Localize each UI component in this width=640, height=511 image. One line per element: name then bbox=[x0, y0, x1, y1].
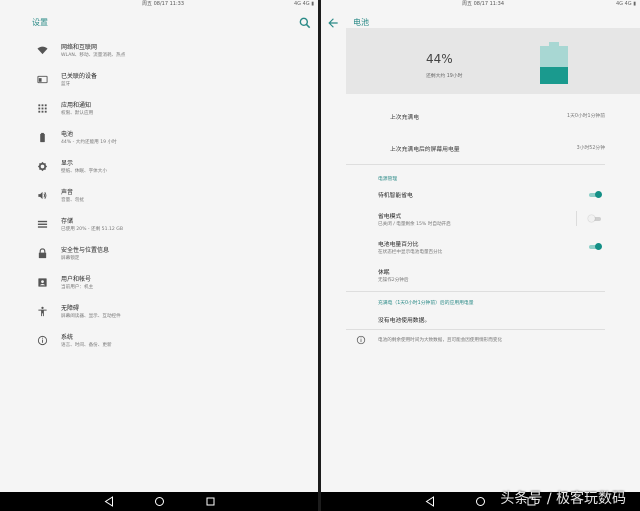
power-management-header: 电源管理 bbox=[378, 177, 398, 182]
battery-pane: 周五 08/17 11:34 4G 4G ▮ 电池 44% 还剩大约 19小时 … bbox=[321, 0, 640, 511]
settings-item-title: 安全性与位置信息 bbox=[61, 247, 110, 254]
smart-standby-title: 待机智能省电 bbox=[378, 193, 413, 199]
volume-icon bbox=[38, 191, 47, 200]
settings-item-subtitle: 已使用 20% - 还剩 51.12 GB bbox=[61, 227, 124, 232]
divider bbox=[346, 164, 605, 165]
settings-item-devices[interactable]: 已关联的设备 蓝牙 bbox=[0, 66, 318, 95]
nav-home-icon[interactable] bbox=[154, 496, 165, 507]
settings-item-accessibility[interactable]: 无障碍 屏幕阅读器、显示、互动控件 bbox=[0, 298, 318, 327]
account-icon bbox=[38, 278, 47, 287]
status-clock: 周五 08/17 11:33 bbox=[142, 1, 184, 7]
info-icon bbox=[37, 335, 48, 346]
battery-saver-title: 省电模式 bbox=[378, 214, 402, 220]
settings-item-title: 已关联的设备 bbox=[61, 73, 98, 80]
battery-icon bbox=[40, 132, 45, 143]
nav-back-icon[interactable] bbox=[104, 496, 114, 507]
settings-item-title: 应用和通知 bbox=[61, 102, 92, 109]
last-full-charge-value: 1天0小时1分钟前 bbox=[567, 114, 605, 119]
settings-pane: 周五 08/17 11:33 4G 4G ▮ 设置 网络和互联网 WLAN、移动… bbox=[0, 0, 318, 511]
settings-item-battery[interactable]: 电池 44% - 大约还能用 19 小时 bbox=[0, 124, 318, 153]
battery-summary-card: 44% 还剩大约 19小时 bbox=[346, 28, 640, 94]
settings-item-title: 系统 bbox=[61, 334, 74, 341]
settings-item-subtitle: 屏幕锁定 bbox=[61, 256, 80, 261]
settings-item-display[interactable]: 显示 壁纸、休眠、字体大小 bbox=[0, 153, 318, 182]
battery-level-fill bbox=[540, 67, 568, 84]
app-usage-header: 充满电（1天0小时1分钟前）后的应用用电量 bbox=[378, 301, 474, 306]
battery-saver-subtitle: 已关闭 / 电量剩余 15% 时自动开启 bbox=[378, 222, 451, 227]
screen-usage-row: 上次充满电后的屏幕用电量 3小时52分钟 bbox=[390, 144, 640, 156]
settings-item-subtitle: 蓝牙 bbox=[61, 82, 71, 87]
screen-usage-label: 上次充满电后的屏幕用电量 bbox=[390, 147, 460, 153]
status-bar: 周五 08/17 11:33 4G 4G ▮ bbox=[0, 0, 318, 9]
settings-item-title: 存储 bbox=[61, 218, 74, 225]
nav-recents-icon[interactable] bbox=[206, 497, 215, 506]
brightness-icon bbox=[37, 161, 48, 172]
settings-item-subtitle: 壁纸、休眠、字体大小 bbox=[61, 169, 107, 174]
accessibility-icon bbox=[38, 306, 47, 317]
lock-icon bbox=[38, 248, 47, 259]
page-title: 设置 bbox=[32, 18, 48, 27]
screen-usage-value: 3小时52分钟 bbox=[576, 146, 605, 151]
battery-level-graphic bbox=[540, 42, 568, 84]
battery-saver-toggle[interactable] bbox=[588, 214, 602, 224]
battery-percentage-toggle[interactable] bbox=[588, 242, 602, 252]
settings-item-apps[interactable]: 应用和通知 权限、默认应用 bbox=[0, 95, 318, 124]
last-full-charge-row: 上次充满电 1天0小时1分钟前 bbox=[390, 112, 640, 124]
status-clock: 周五 08/17 11:34 bbox=[462, 1, 504, 7]
settings-item-storage[interactable]: 存储 已使用 20% - 还剩 51.12 GB bbox=[0, 211, 318, 240]
status-icons: 4G 4G ▮ bbox=[615, 1, 636, 7]
settings-item-subtitle: 权限、默认应用 bbox=[61, 111, 94, 116]
settings-item-title: 无障碍 bbox=[61, 305, 80, 312]
settings-item-subtitle: 当前用户：机主 bbox=[61, 285, 94, 290]
settings-item-title: 显示 bbox=[61, 160, 74, 167]
settings-item-title: 声音 bbox=[61, 189, 74, 196]
settings-app-bar: 设置 bbox=[0, 10, 318, 36]
settings-item-sound[interactable]: 声音 音量、勿扰 bbox=[0, 182, 318, 211]
battery-percentage-subtitle: 在状态栏中显示电池电量百分比 bbox=[378, 250, 443, 255]
nav-back-icon[interactable] bbox=[425, 496, 435, 507]
status-icons: 4G 4G ▮ bbox=[293, 1, 314, 7]
back-arrow-icon[interactable] bbox=[326, 16, 340, 30]
sleep-subtitle: 无操作2分钟后 bbox=[378, 278, 409, 283]
settings-item-title: 电池 bbox=[61, 131, 74, 138]
battery-remaining: 还剩大约 19小时 bbox=[426, 74, 463, 79]
sleep-title: 休眠 bbox=[378, 270, 390, 276]
nav-home-icon[interactable] bbox=[475, 496, 486, 507]
settings-item-network[interactable]: 网络和互联网 WLAN、移动、流量消耗、热点 bbox=[0, 37, 318, 66]
status-bar: 周五 08/17 11:34 4G 4G ▮ bbox=[321, 0, 640, 9]
settings-item-title: 用户和帐号 bbox=[61, 276, 92, 283]
settings-item-subtitle: WLAN、移动、流量消耗、热点 bbox=[61, 53, 126, 58]
devices-icon bbox=[37, 75, 48, 84]
settings-item-subtitle: 44% - 大约还能用 19 小时 bbox=[61, 140, 117, 145]
settings-item-subtitle: 屏幕阅读器、显示、互动控件 bbox=[61, 314, 121, 319]
storage-icon bbox=[37, 220, 48, 228]
battery-percent: 44% bbox=[426, 52, 453, 66]
wifi-icon bbox=[37, 46, 48, 55]
settings-item-accounts[interactable]: 用户和帐号 当前用户：机主 bbox=[0, 269, 318, 298]
settings-item-security[interactable]: 安全性与位置信息 屏幕锁定 bbox=[0, 240, 318, 269]
watermark: 头条号 / 极客玩数码 bbox=[500, 491, 626, 507]
divider bbox=[346, 291, 605, 292]
battery-percentage-title: 电池电量百分比 bbox=[378, 242, 419, 248]
search-icon[interactable] bbox=[298, 16, 312, 30]
navigation-bar bbox=[0, 492, 318, 511]
smart-standby-toggle[interactable] bbox=[588, 190, 602, 200]
last-full-charge-label: 上次充满电 bbox=[390, 115, 419, 121]
divider bbox=[576, 211, 577, 226]
settings-item-subtitle: 音量、勿扰 bbox=[61, 198, 84, 203]
info-icon bbox=[356, 335, 366, 345]
battery-estimate-note: 电池的剩余使用时间为大致数据，且可能会因使用情形而变化 bbox=[378, 338, 503, 343]
settings-item-title: 网络和互联网 bbox=[61, 44, 98, 51]
divider bbox=[346, 329, 605, 330]
apps-icon bbox=[38, 104, 47, 113]
settings-item-subtitle: 语言、时间、备份、更新 bbox=[61, 343, 112, 348]
settings-item-system[interactable]: 系统 语言、时间、备份、更新 bbox=[0, 327, 318, 356]
settings-list: 网络和互联网 WLAN、移动、流量消耗、热点 已关联的设备 蓝牙 应用和通知 权… bbox=[0, 37, 318, 356]
no-usage-text: 没有电池使用数据。 bbox=[378, 318, 431, 324]
page-title: 电池 bbox=[353, 18, 369, 27]
